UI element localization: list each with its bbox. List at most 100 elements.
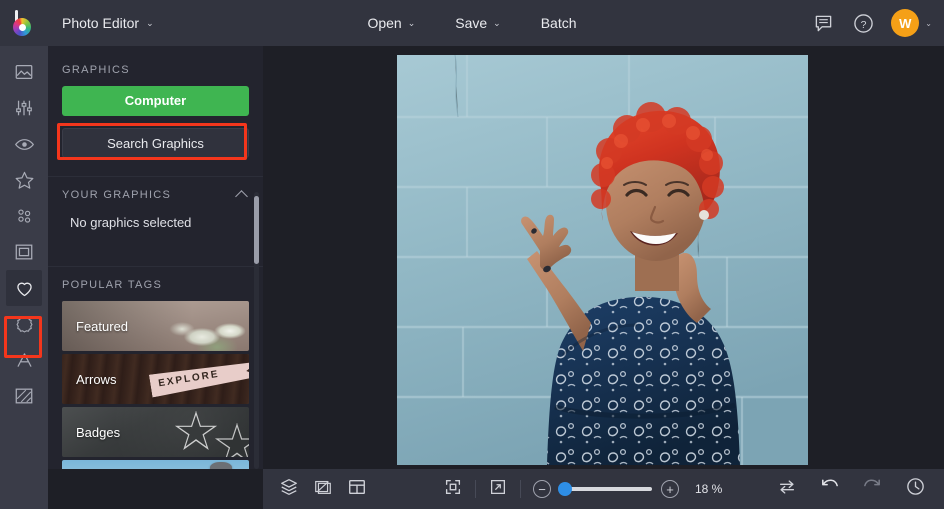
bottom-left-tools — [263, 477, 367, 502]
befunky-logo-icon — [11, 10, 37, 36]
sidebar-item-touchup[interactable] — [6, 126, 42, 162]
popular-tags-section: POPULAR TAGS Featured EXPLORE Arrows Bad… — [48, 266, 263, 469]
chat-bubble-icon — [815, 15, 832, 31]
tag-label: Badges — [76, 424, 121, 440]
sidebar-item-text[interactable] — [6, 342, 42, 378]
sidebar-item-frames[interactable] — [6, 234, 42, 270]
layout-button[interactable] — [347, 477, 367, 502]
avatar: W — [891, 9, 920, 37]
compare-swap-icon — [779, 479, 795, 494]
layers-button[interactable] — [279, 477, 299, 502]
computer-button[interactable]: Computer — [62, 86, 249, 116]
popular-tags-label: POPULAR TAGS — [62, 279, 163, 291]
frame-icon — [15, 244, 33, 260]
divider — [475, 480, 476, 498]
batch-button[interactable]: Batch — [529, 9, 589, 37]
account-menu[interactable]: W ⌄ — [891, 9, 932, 37]
tool-rail — [0, 46, 48, 509]
badge-icon — [15, 315, 33, 333]
redo-button[interactable] — [862, 476, 883, 502]
sliders-icon — [16, 100, 32, 116]
app-logo[interactable] — [0, 0, 48, 46]
scrollbar-thumb[interactable] — [254, 196, 259, 264]
tag-label: Featured — [76, 318, 129, 334]
panel-title: GRAPHICS — [62, 64, 130, 76]
fullscreen-button[interactable] — [488, 477, 508, 502]
top-bar: Photo Editor ⌄ Open ⌄ Save ⌄ Batch ? W ⌄ — [0, 0, 944, 46]
save-label: Save — [455, 15, 488, 31]
panel-scrollbar[interactable] — [254, 192, 259, 469]
help-button[interactable]: ? — [851, 11, 875, 35]
zoom-slider-thumb[interactable] — [558, 482, 572, 496]
sidebar-item-image[interactable] — [6, 54, 42, 90]
crop-button[interactable] — [313, 477, 333, 502]
chevron-down-icon: ⌄ — [925, 18, 932, 28]
undo-button[interactable] — [819, 476, 840, 502]
history-clock-icon — [907, 478, 924, 495]
svg-text:?: ? — [860, 18, 866, 30]
undo-arrow-icon — [822, 479, 838, 487]
tag-label: Arrows — [76, 371, 117, 387]
chevron-down-icon: ⌄ — [146, 17, 154, 28]
sidebar-item-edit[interactable] — [6, 90, 42, 126]
popular-tags-header: POPULAR TAGS — [48, 267, 263, 301]
letter-a-icon — [16, 352, 32, 367]
zoom-in-button[interactable]: + — [661, 480, 679, 498]
search-graphics-block: Search Graphics — [48, 116, 263, 160]
heart-icon — [16, 282, 32, 296]
tag-card-badges[interactable]: Badges — [62, 407, 249, 457]
redo-arrow-icon — [864, 479, 880, 487]
top-bar-actions: ? W ⌄ — [811, 0, 932, 46]
eye-icon — [14, 138, 34, 150]
batch-label: Batch — [540, 15, 577, 31]
tag-card-featured[interactable]: Featured — [62, 301, 249, 351]
save-menu-button[interactable]: Save ⌄ — [443, 9, 512, 37]
bottom-right-tools — [777, 476, 926, 502]
zoom-slider[interactable] — [558, 482, 652, 496]
compare-button[interactable] — [777, 477, 797, 502]
bottom-zoom-tools: − + 18 % — [443, 477, 735, 502]
bottom-bar: − + 18 % — [263, 469, 944, 509]
sidebar-item-overlays[interactable] — [6, 306, 42, 342]
history-button[interactable] — [905, 476, 926, 502]
tag-card-infographics[interactable]: Infographics — [62, 460, 249, 469]
fit-to-screen-button[interactable] — [443, 477, 463, 502]
star-icon — [15, 171, 33, 189]
zoom-level-label: 18 % — [695, 482, 723, 496]
zoom-out-button[interactable]: − — [533, 480, 551, 498]
dots-cluster-icon — [17, 208, 30, 223]
sidebar-item-artsy[interactable] — [6, 198, 42, 234]
stacked-rock-graphic — [210, 462, 232, 469]
sidebar-item-graphics[interactable] — [6, 270, 42, 306]
open-menu-button[interactable]: Open ⌄ — [355, 9, 427, 37]
no-graphics-message: No graphics selected — [70, 215, 192, 230]
graphics-panel: GRAPHICS Computer Search Graphics YOUR G… — [48, 46, 263, 469]
popular-tags-list: Featured EXPLORE Arrows Badges — [48, 301, 263, 469]
open-label: Open — [367, 15, 402, 31]
layout-grid-icon — [349, 479, 365, 494]
layers-icon — [281, 478, 297, 495]
question-circle-icon: ? — [854, 13, 873, 33]
crop-image-icon — [315, 480, 331, 494]
chevron-down-icon: ⌄ — [407, 17, 416, 28]
sidebar-item-effects[interactable] — [6, 162, 42, 198]
expand-arrow-icon — [491, 479, 505, 494]
app-title-menu[interactable]: Photo Editor ⌄ — [52, 10, 164, 36]
your-graphics-label: YOUR GRAPHICS — [62, 189, 172, 201]
chevron-down-icon: ⌄ — [493, 17, 501, 28]
photo-editor-window: Photo Editor ⌄ Open ⌄ Save ⌄ Batch ? W ⌄… — [0, 0, 944, 509]
search-graphics-button[interactable]: Search Graphics — [62, 128, 249, 158]
your-graphics-header[interactable]: YOUR GRAPHICS — [48, 177, 263, 211]
your-graphics-section: YOUR GRAPHICS No graphics selected — [48, 176, 263, 248]
feedback-button[interactable] — [811, 11, 835, 35]
edited-photo — [397, 55, 808, 465]
sidebar-item-textures[interactable] — [6, 378, 42, 414]
computer-upload-block: Computer — [48, 86, 263, 116]
app-title-label: Photo Editor — [62, 15, 140, 31]
chevron-up-icon[interactable] — [235, 190, 248, 203]
image-icon — [15, 65, 33, 79]
tag-card-arrows[interactable]: EXPLORE Arrows — [62, 354, 249, 404]
photo-canvas[interactable] — [397, 55, 808, 465]
fit-to-screen-icon — [445, 479, 461, 494]
canvas-area — [263, 46, 944, 469]
